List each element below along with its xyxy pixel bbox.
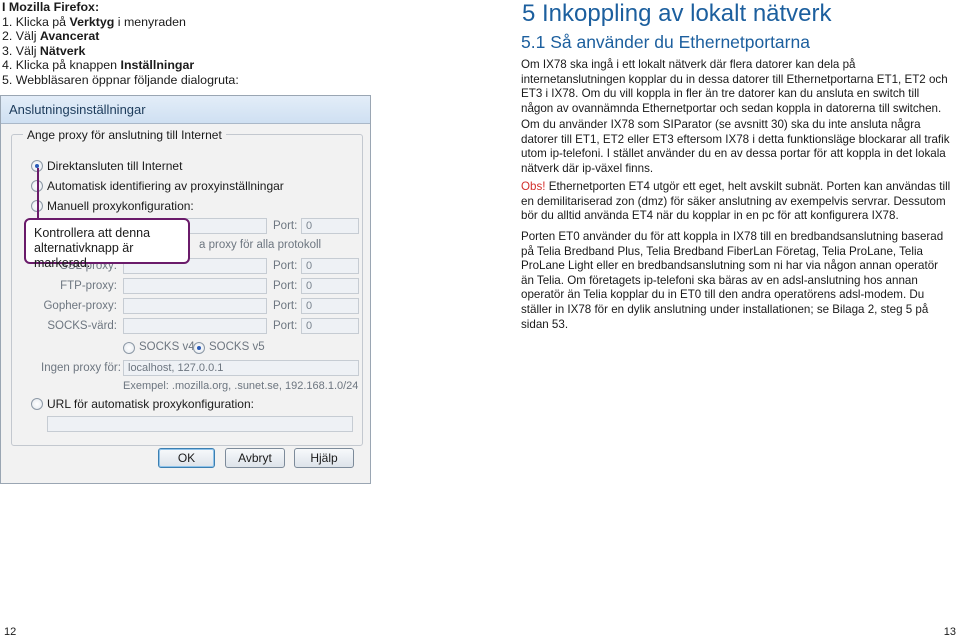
dialog-title: Anslutningsinställningar bbox=[1, 96, 370, 124]
ftp-proxy-label: FTP-proxy: bbox=[60, 280, 117, 292]
connection-settings-dialog: Anslutningsinställningar Ange proxy för … bbox=[0, 95, 371, 484]
paragraph-siparator: Om du använder IX78 som SIParator (se av… bbox=[521, 118, 950, 175]
help-button[interactable]: Hjälp bbox=[294, 448, 354, 468]
port-label: Port: bbox=[273, 260, 298, 272]
socks-v4-label: SOCKS v4 bbox=[139, 341, 195, 353]
no-proxy-example: Exempel: .mozilla.org, .sunet.se, 192.16… bbox=[123, 380, 359, 392]
ssl-port-input[interactable]: 0 bbox=[301, 258, 359, 274]
section-heading: 5.1 Så använder du Ethernetportarna bbox=[521, 32, 810, 52]
callout-connector bbox=[37, 168, 39, 220]
http-port-input[interactable]: 0 bbox=[301, 218, 359, 234]
paragraph-et4: Obs! Ethernetporten ET4 utgör ett eget, … bbox=[521, 180, 953, 224]
auto-detect-label: Automatisk identifiering av proxyinställ… bbox=[47, 179, 284, 193]
socks-host-input[interactable] bbox=[123, 318, 267, 334]
auto-config-url-radio[interactable] bbox=[31, 398, 43, 410]
direct-label: Direktansluten till Internet bbox=[47, 159, 183, 173]
port-label: Port: bbox=[273, 320, 298, 332]
paragraph-et0: Porten ET0 använder du för att koppla in… bbox=[521, 230, 944, 331]
chapter-heading: 5 Inkoppling av lokalt nätverk bbox=[522, 0, 832, 27]
step-item: 3. Välj Nätverk bbox=[2, 43, 86, 58]
socks-port-input[interactable]: 0 bbox=[301, 318, 359, 334]
step-item: 2. Välj Avancerat bbox=[2, 29, 100, 44]
steps-list: 1. Klicka på Verktyg i menyraden 2. Välj… bbox=[2, 15, 239, 88]
gopher-port-input[interactable]: 0 bbox=[301, 298, 359, 314]
ok-button[interactable]: OK bbox=[158, 448, 215, 468]
obs-label: Obs! bbox=[521, 180, 546, 193]
step-item: 1. Klicka på Verktyg i menyraden bbox=[2, 14, 186, 29]
auto-config-url-input[interactable] bbox=[47, 416, 353, 432]
step-item: 5. Webbläsaren öppnar följande dialogrut… bbox=[2, 72, 239, 87]
instructions-intro: I Mozilla Firefox: bbox=[2, 0, 100, 14]
port-label: Port: bbox=[273, 300, 298, 312]
paragraph-et4-text: Ethernetporten ET4 utgör ett eget, helt … bbox=[521, 180, 951, 223]
gopher-proxy-label: Gopher-proxy: bbox=[43, 300, 117, 312]
ftp-port-input[interactable]: 0 bbox=[301, 278, 359, 294]
ftp-proxy-input[interactable] bbox=[123, 278, 267, 294]
instruction-steps: I Mozilla Firefox: 1. Klicka på Verktyg … bbox=[2, 0, 239, 88]
port-label: Port: bbox=[273, 220, 298, 232]
cancel-button[interactable]: Avbryt bbox=[225, 448, 285, 468]
port-label: Port: bbox=[273, 280, 298, 292]
gopher-proxy-input[interactable] bbox=[123, 298, 267, 314]
socks-v5-label: SOCKS v5 bbox=[209, 341, 265, 353]
manual-proxy-label: Manuell proxykonfiguration: bbox=[47, 199, 194, 213]
proxy-group-title: Ange proxy för anslutning till Internet bbox=[23, 128, 226, 142]
auto-config-url-label: URL för automatisk proxykonfiguration: bbox=[47, 397, 254, 411]
page-number-right: 13 bbox=[943, 626, 956, 638]
socks-host-label: SOCKS-värd: bbox=[47, 320, 117, 332]
step-item: 4. Klicka på knappen Inställningar bbox=[2, 58, 195, 73]
socks-v4-radio[interactable] bbox=[123, 342, 135, 354]
callout-note: Kontrollera att denna alternativknapp är… bbox=[24, 218, 190, 270]
no-proxy-input[interactable]: localhost, 127.0.0.1 bbox=[123, 360, 359, 376]
no-proxy-label: Ingen proxy för: bbox=[41, 362, 121, 374]
socks-v5-radio[interactable] bbox=[193, 342, 205, 354]
same-proxy-label: a proxy för alla protokoll bbox=[199, 239, 322, 251]
paragraph-ethernet-ports: Om IX78 ska ingå i ett lokalt nätverk dä… bbox=[521, 58, 948, 115]
page-number-left: 12 bbox=[4, 626, 17, 638]
